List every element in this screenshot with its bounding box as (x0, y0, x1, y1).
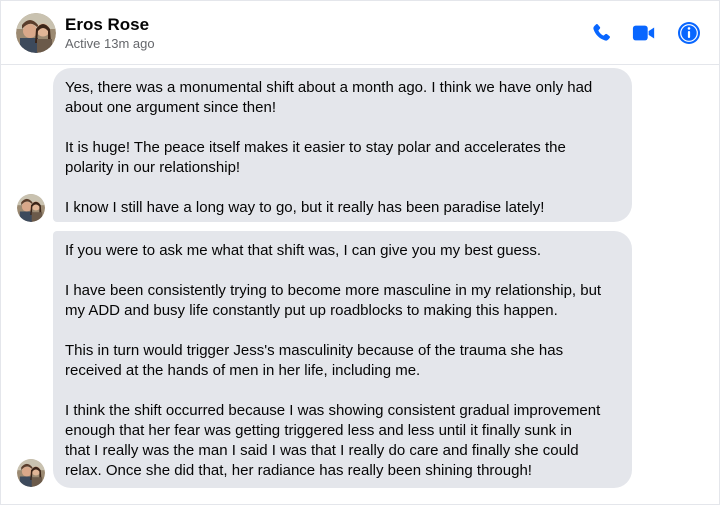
chat-header: Eros Rose Active 13m ago (1, 1, 720, 65)
chat-window: Eros Rose Active 13m ago Yes, there was … (0, 0, 720, 505)
info-icon (678, 22, 700, 44)
phone-icon (593, 24, 610, 41)
profile-photo-icon (17, 459, 45, 487)
video-camera-icon (632, 25, 655, 41)
message-text: I think the shift occurred because I was… (65, 402, 601, 479)
profile-photo-icon (17, 194, 45, 222)
message-text: It is huge! The peace itself makes it ea… (65, 139, 566, 176)
message-text: I know I still have a long way to go, bu… (65, 199, 545, 216)
message-text: Yes, there was a monumental shift about … (65, 79, 593, 116)
contact-name[interactable]: Eros Rose (65, 15, 149, 35)
message-text: If you were to ask me what that shift wa… (65, 242, 542, 259)
message-bubble[interactable]: If you were to ask me what that shift wa… (53, 231, 632, 488)
profile-photo-icon (16, 13, 56, 53)
active-status: Active 13m ago (65, 36, 155, 51)
conversation-info-button[interactable] (677, 21, 701, 45)
message-text: I have been consistently trying to becom… (65, 282, 602, 319)
video-call-button[interactable] (632, 21, 656, 45)
sender-avatar[interactable] (17, 194, 45, 222)
message-text: This in turn would trigger Jess's mascul… (65, 342, 564, 379)
avatar[interactable] (16, 13, 56, 53)
message-bubble[interactable]: Yes, there was a monumental shift about … (53, 68, 632, 222)
sender-avatar[interactable] (17, 459, 45, 487)
audio-call-button[interactable] (589, 21, 613, 45)
